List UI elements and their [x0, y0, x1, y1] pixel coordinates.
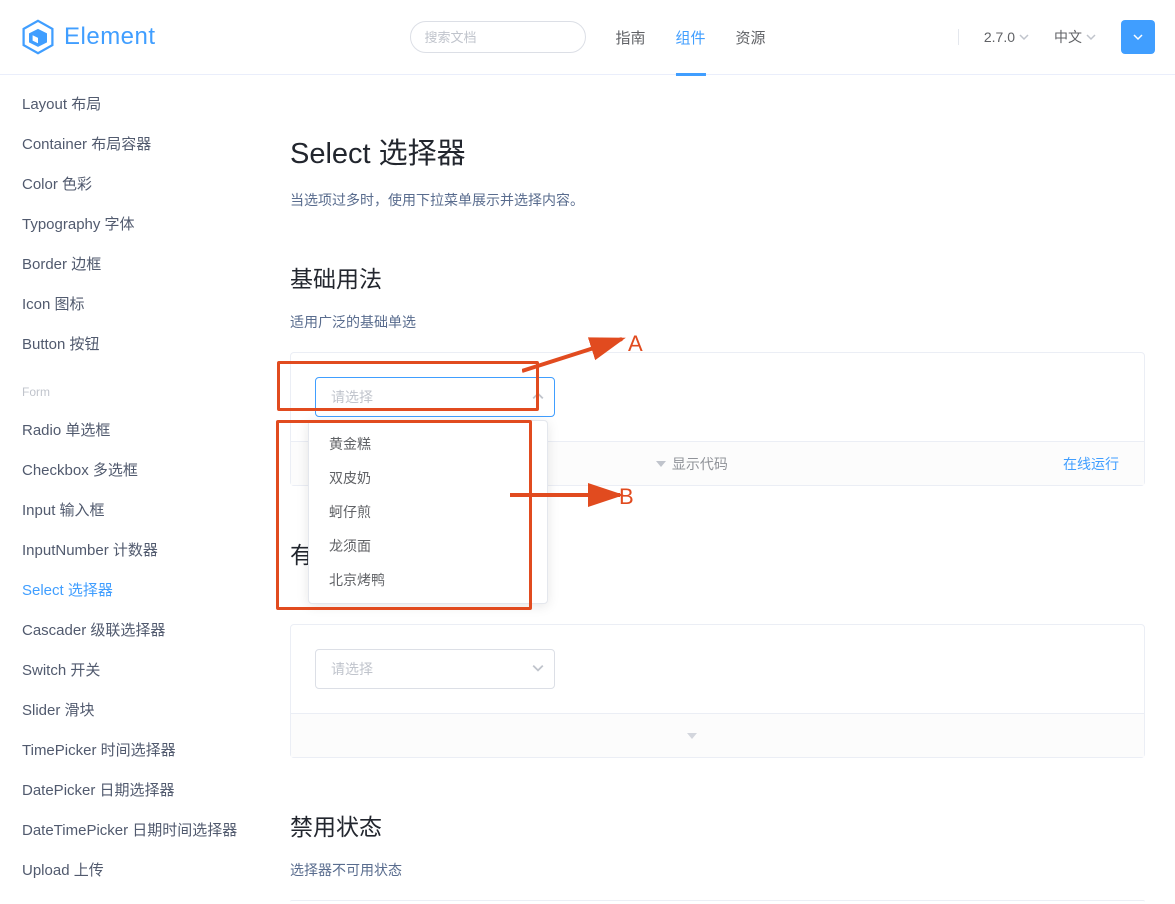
logo-text: Element	[64, 23, 156, 51]
sidebar-group-form: Form	[22, 385, 240, 399]
dropdown-option[interactable]: 龙须面	[309, 529, 547, 563]
sidebar-item-datepicker[interactable]: DatePicker 日期选择器	[22, 771, 240, 811]
sidebar-item-radio[interactable]: Radio 单选框	[22, 411, 240, 451]
sidebar-item-container[interactable]: Container 布局容器	[22, 125, 240, 165]
sidebar-item-timepicker[interactable]: TimePicker 时间选择器	[22, 731, 240, 771]
divider	[958, 29, 959, 45]
section-disabled-title: 禁用状态	[290, 808, 1145, 842]
theme-button[interactable]	[1121, 20, 1155, 54]
sidebar-item-button[interactable]: Button 按钮	[22, 325, 240, 365]
sidebar-item-input[interactable]: Input 输入框	[22, 491, 240, 531]
select-placeholder: 请选择	[331, 387, 373, 407]
dropdown-option[interactable]: 双皮奶	[309, 461, 547, 495]
chevron-up-icon	[532, 389, 544, 405]
sidebar: Layout 布局 Container 布局容器 Color 色彩 Typogr…	[0, 75, 260, 904]
demo-disabledopt: 请选择	[290, 624, 1145, 758]
sidebar-item-checkbox[interactable]: Checkbox 多选框	[22, 451, 240, 491]
sidebar-item-icon[interactable]: Icon 图标	[22, 285, 240, 325]
sidebar-item-switch[interactable]: Switch 开关	[22, 651, 240, 691]
section-basic-title: 基础用法	[290, 260, 1145, 294]
page-title: Select 选择器	[290, 130, 1145, 172]
dropdown-option[interactable]: 黄金糕	[309, 427, 547, 461]
section-basic-sub: 适用广泛的基础单选	[290, 312, 1145, 332]
page-subtitle: 当选项过多时，使用下拉菜单展示并选择内容。	[290, 190, 1145, 210]
sidebar-item-upload[interactable]: Upload 上传	[22, 851, 240, 891]
chevron-down-icon	[532, 661, 544, 677]
nav-guide[interactable]: 指南	[615, 0, 645, 75]
section-disabled-sub: 选择器不可用状态	[290, 860, 1145, 880]
sidebar-item-border[interactable]: Border 边框	[22, 245, 240, 285]
demo-expand[interactable]	[687, 731, 697, 741]
dropdown-option[interactable]: 北京烤鸭	[309, 563, 547, 597]
nav-component[interactable]: 组件	[675, 0, 705, 75]
sidebar-item-slider[interactable]: Slider 滑块	[22, 691, 240, 731]
lang-dropdown[interactable]: 中文	[1054, 27, 1096, 47]
version-dropdown[interactable]: 2.7.0	[984, 29, 1029, 45]
sidebar-item-layout[interactable]: Layout 布局	[22, 85, 240, 125]
demo-run-link[interactable]: 在线运行	[1063, 454, 1119, 474]
demo-disabled-top	[290, 900, 1145, 904]
nav-links: 指南 组件 资源	[615, 0, 765, 75]
nav-resource[interactable]: 资源	[736, 0, 766, 75]
caret-down-icon	[656, 459, 666, 469]
demo-expand[interactable]: 显示代码	[656, 454, 728, 474]
demo-footer	[291, 713, 1144, 757]
logo[interactable]: Element	[20, 19, 156, 55]
annotation-label-a: A	[628, 331, 643, 357]
annotation-label-b: B	[619, 484, 634, 510]
select-disabledopt[interactable]: 请选择	[315, 649, 555, 689]
sidebar-item-select[interactable]: Select 选择器	[22, 571, 240, 611]
sidebar-item-cascader[interactable]: Cascader 级联选择器	[22, 611, 240, 651]
sidebar-item-color[interactable]: Color 色彩	[22, 165, 240, 205]
logo-icon	[20, 19, 56, 55]
sidebar-item-inputnumber[interactable]: InputNumber 计数器	[22, 531, 240, 571]
select-basic[interactable]: 请选择	[315, 377, 555, 417]
sidebar-item-datetimepicker[interactable]: DateTimePicker 日期时间选择器	[22, 811, 240, 851]
search-input[interactable]	[424, 30, 570, 45]
sidebar-item-typography[interactable]: Typography 字体	[22, 205, 240, 245]
main: Select 选择器 当选项过多时，使用下拉菜单展示并选择内容。 基础用法 适用…	[260, 75, 1175, 904]
select-dropdown: 黄金糕 双皮奶 蚵仔煎 龙须面 北京烤鸭	[308, 420, 548, 604]
dropdown-option[interactable]: 蚵仔煎	[309, 495, 547, 529]
chevron-down-icon	[1133, 32, 1143, 42]
caret-down-icon	[687, 731, 697, 741]
search-box[interactable]	[409, 21, 585, 53]
chevron-down-icon	[1086, 32, 1096, 42]
chevron-down-icon	[1019, 32, 1029, 42]
header: Element 指南 组件 资源 2.7.0 中文	[0, 0, 1175, 75]
select-placeholder: 请选择	[331, 659, 373, 679]
